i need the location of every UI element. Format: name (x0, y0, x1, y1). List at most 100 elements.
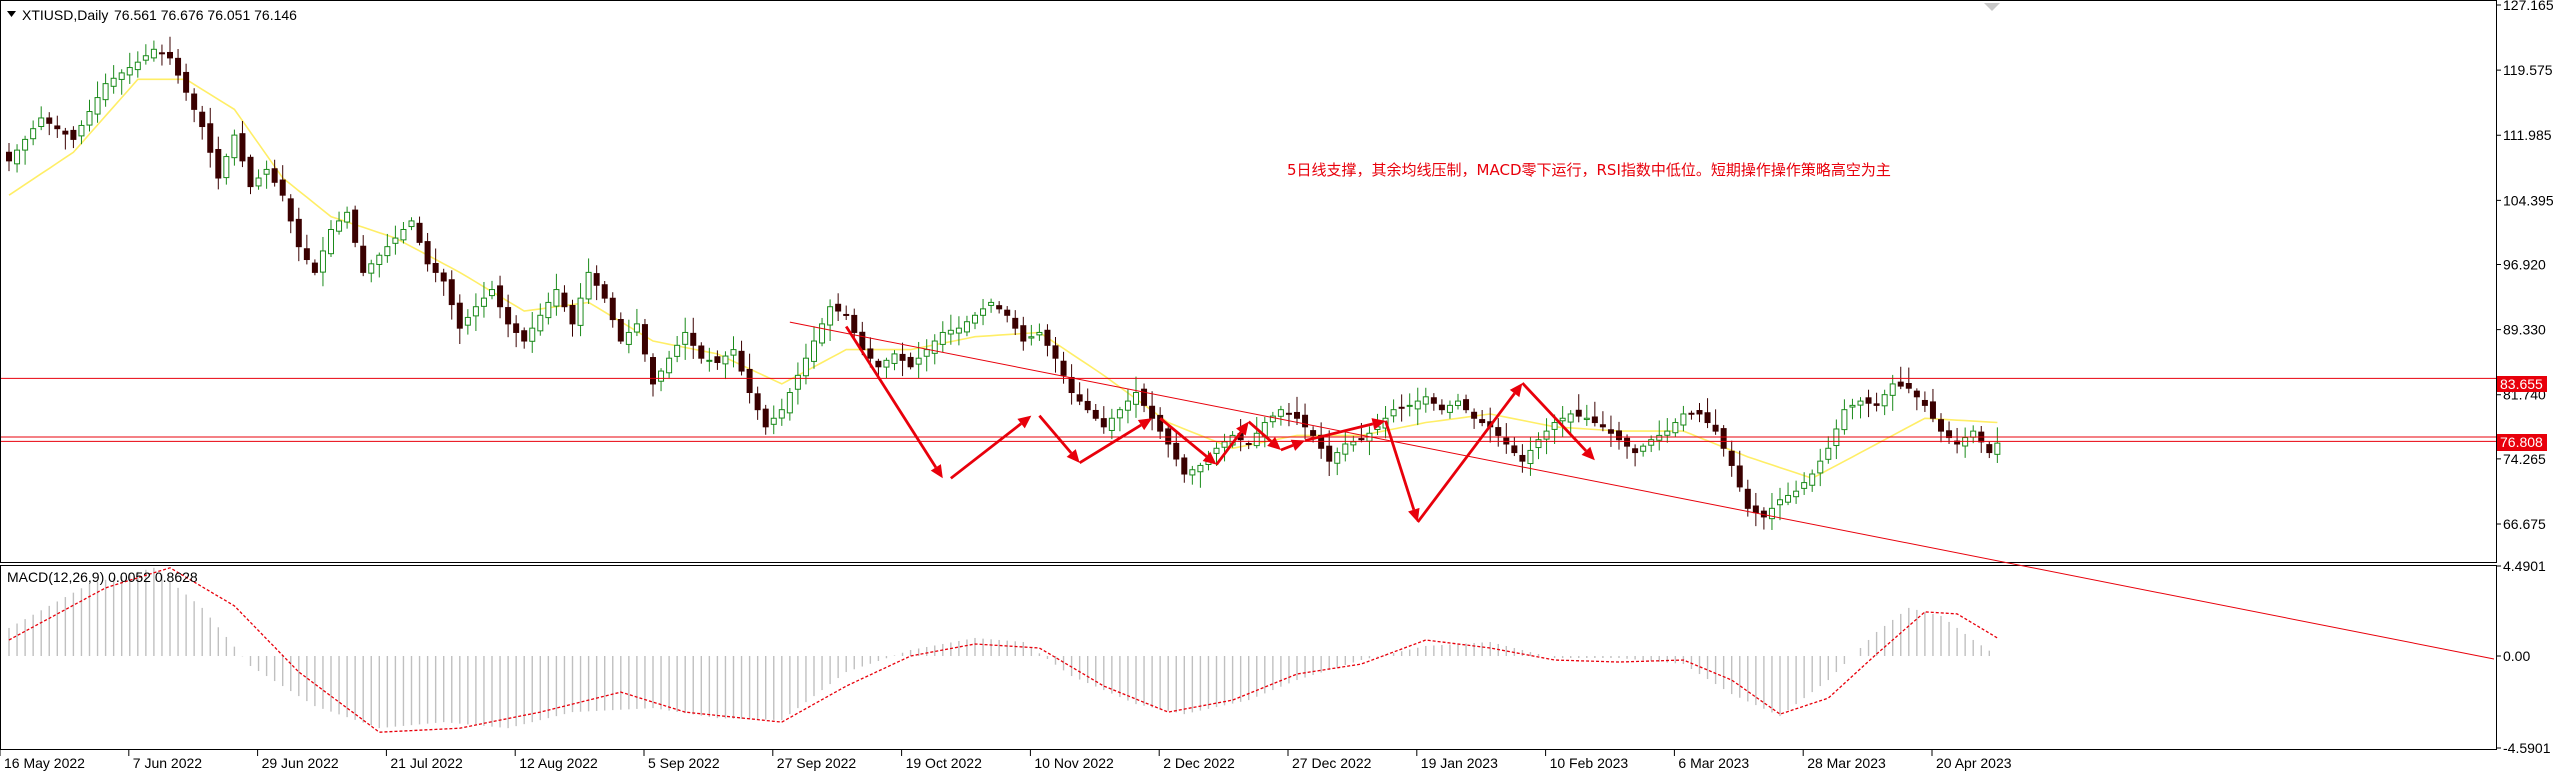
candle (1962, 427, 1969, 458)
candle (1696, 403, 1703, 423)
candle (762, 404, 769, 435)
candle (1406, 393, 1413, 417)
candle (1157, 407, 1164, 439)
candle (1543, 418, 1550, 455)
candle (336, 211, 343, 235)
date-tick-label: 5 Sep 2022 (648, 755, 720, 771)
candle (1599, 411, 1606, 432)
trade-arrow (949, 415, 1032, 480)
candle (263, 160, 270, 189)
candle (344, 206, 351, 229)
macd-tick-label: -4.5901 (2503, 740, 2551, 756)
candle (1865, 389, 1872, 418)
candle (1197, 462, 1204, 488)
candle (794, 362, 801, 405)
candle (963, 315, 970, 337)
macd-tick-label: 0.00 (2503, 648, 2530, 664)
candle (1028, 324, 1035, 346)
candle (1680, 405, 1687, 432)
candle (1036, 323, 1043, 341)
candle (722, 351, 729, 380)
candle (1616, 421, 1622, 450)
candle (1881, 389, 1888, 416)
candle (175, 48, 182, 84)
candle (167, 36, 173, 65)
date-tick-label: 21 Jul 2022 (390, 755, 463, 771)
candle (770, 405, 777, 435)
candle (778, 398, 785, 426)
macd-axis: 4.4901 0.00 -4.5901 (2496, 558, 2551, 756)
candle (585, 258, 592, 304)
date-tick-label: 10 Nov 2022 (1034, 755, 1114, 771)
candle (303, 234, 310, 265)
candle (633, 308, 640, 337)
macd-histogram (8, 567, 1991, 729)
candle (529, 311, 536, 353)
candle (102, 73, 109, 107)
candle (1567, 410, 1574, 434)
price-tick-label: 127.165 (2503, 0, 2553, 13)
candle (1624, 434, 1631, 459)
candle (561, 285, 568, 312)
candle (38, 106, 45, 131)
date-tick-label: 29 Jun 2022 (262, 755, 339, 771)
candlestick-series (6, 36, 2001, 530)
trade-arrow (1038, 414, 1080, 463)
candle (1438, 399, 1445, 415)
candle (786, 387, 793, 421)
candle (287, 194, 294, 234)
candle (1012, 310, 1019, 336)
candle (1817, 448, 1824, 487)
candle (1841, 399, 1848, 435)
current-price-label: 76.808 (2497, 434, 2547, 451)
shift-marker-icon[interactable] (1984, 3, 2000, 11)
candle (1873, 392, 1880, 412)
price-tick-label: 74.265 (2503, 451, 2546, 467)
collapse-triangle-icon[interactable] (7, 11, 16, 17)
candle (432, 248, 439, 283)
candle (1334, 447, 1341, 476)
date-tick-label: 28 Mar 2023 (1807, 755, 1886, 771)
candle (698, 342, 705, 364)
price-tick-label: 104.395 (2503, 192, 2553, 208)
candle (1455, 393, 1461, 410)
candle (1092, 403, 1099, 421)
date-tick-label: 16 May 2022 (4, 755, 85, 771)
candle (1350, 435, 1357, 452)
candle (464, 309, 471, 335)
candle (1302, 403, 1309, 440)
candle (424, 232, 431, 272)
candle (1076, 382, 1083, 406)
macd-signal-line (8, 567, 1998, 733)
candle (682, 317, 689, 360)
candle (1978, 426, 1985, 453)
candle (939, 321, 946, 353)
candle (319, 236, 326, 287)
price-tick-label: 96.920 (2503, 257, 2546, 273)
analysis-annotation: 5日线支撑，其余均线压制，MACD零下运行，RSI指数中低位。短期操作操作策略高… (1287, 161, 1891, 179)
candle (1889, 374, 1896, 411)
date-tick-label: 7 Jun 2022 (133, 755, 202, 771)
candle (1044, 324, 1051, 357)
candle (521, 327, 528, 349)
candle (1519, 444, 1526, 473)
candle (456, 294, 463, 345)
candle (883, 357, 890, 379)
candle (352, 205, 359, 248)
date-tick-label: 19 Jan 2023 (1421, 755, 1498, 771)
candle (1398, 394, 1405, 422)
candle (1752, 492, 1759, 527)
candle (118, 69, 125, 95)
candle (448, 270, 455, 320)
candle (811, 326, 817, 369)
candle (754, 386, 761, 420)
candle (980, 298, 987, 326)
candle (134, 51, 141, 78)
date-tick-label: 10 Feb 2023 (1550, 755, 1629, 771)
candle (1825, 436, 1832, 464)
candle (827, 299, 834, 342)
candle (1245, 440, 1252, 450)
candle (1793, 480, 1800, 504)
candle (497, 275, 504, 319)
candle (110, 65, 117, 94)
